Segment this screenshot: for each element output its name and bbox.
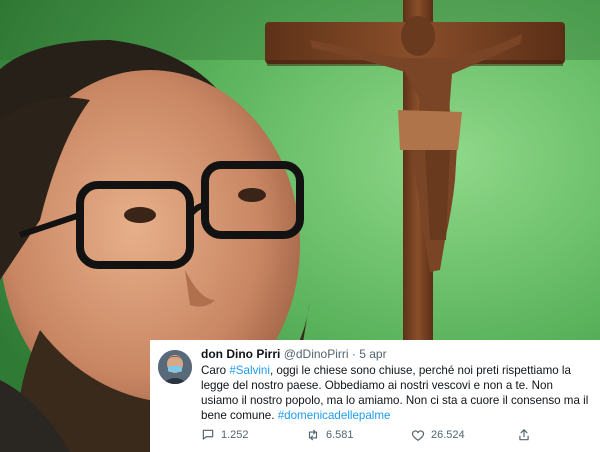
avatar-image (158, 350, 192, 384)
share-button[interactable] (517, 428, 531, 442)
user-handle[interactable]: @dDinoPirri (284, 347, 349, 361)
tweet-text: Caro #Salvini, oggi le chiese sono chius… (201, 363, 593, 423)
domenicadellepalme-hashtag-link[interactable]: #domenicadellepalme (278, 409, 391, 422)
retweet-icon (308, 429, 318, 441)
share-icon (519, 429, 529, 441)
retweet-count: 6.581 (326, 429, 354, 441)
like-button[interactable]: 26.524 (411, 428, 465, 442)
tweet-header: don Dino Pirri @dDinoPirri · 5 apr (201, 346, 593, 362)
tweet-card[interactable]: don Dino Pirri @dDinoPirri · 5 apr Caro … (150, 340, 600, 452)
retweet-button[interactable]: 6.581 (306, 428, 354, 442)
tweet-text-part: Caro (201, 364, 230, 377)
display-name[interactable]: don Dino Pirri (201, 347, 280, 361)
tweet-date[interactable]: 5 apr (359, 347, 386, 361)
reply-count: 1.252 (221, 429, 249, 441)
salvini-hashtag-link[interactable]: #Salvini (229, 364, 270, 377)
tweet-actions: 1.252 6.581 26.524 (201, 428, 593, 446)
separator: · (351, 347, 356, 361)
comment-icon (202, 429, 214, 440)
like-count: 26.524 (431, 429, 465, 441)
avatar[interactable] (158, 350, 192, 384)
tweet-body: don Dino Pirri @dDinoPirri · 5 apr Caro … (201, 346, 593, 423)
heart-icon (411, 430, 425, 441)
reply-button[interactable]: 1.252 (201, 428, 249, 442)
